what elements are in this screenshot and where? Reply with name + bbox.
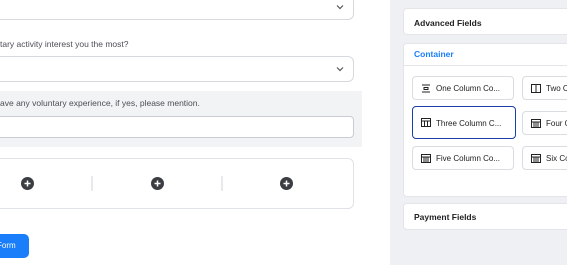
six-column-container-tile[interactable]: Six Co: [522, 146, 567, 170]
activity-select[interactable]: [0, 56, 354, 82]
chevron-down-icon: [336, 5, 344, 10]
tile-label: Five Column Co...: [436, 154, 501, 163]
add-field-icon[interactable]: [280, 177, 293, 190]
question-label: tary activity interest you the most?: [0, 39, 129, 49]
tile-label: Three Column C...: [436, 119, 502, 128]
three-column-container[interactable]: [0, 158, 354, 209]
five-column-container-tile[interactable]: Five Column Co...: [412, 146, 514, 170]
four-column-container-tile[interactable]: Four C: [522, 111, 567, 135]
advanced-fields-section[interactable]: Advanced Fields: [403, 8, 567, 35]
submit-label: Form: [0, 241, 16, 250]
select-dropdown-top[interactable]: [0, 0, 354, 20]
column-divider: [221, 176, 223, 191]
submit-form-button[interactable]: Form: [0, 234, 29, 258]
two-column-container-tile[interactable]: Two C: [522, 76, 567, 100]
tile-label: Four C: [546, 119, 567, 128]
three-column-container-tile[interactable]: Three Column C...: [412, 106, 516, 139]
section-divider: [403, 65, 567, 66]
three-column-icon: [421, 118, 431, 127]
one-column-container-tile[interactable]: One Column Co...: [412, 76, 514, 100]
tile-label: One Column Co...: [436, 84, 501, 93]
add-field-icon[interactable]: [151, 177, 164, 190]
two-column-icon: [531, 84, 541, 93]
experience-input[interactable]: [0, 116, 354, 138]
chevron-down-icon: [336, 67, 344, 72]
six-column-icon: [531, 154, 541, 163]
section-title[interactable]: Container: [414, 49, 454, 59]
form-canvas: tary activity interest you the most? ave…: [0, 0, 390, 265]
section-title: Advanced Fields: [414, 18, 482, 28]
one-column-icon: [422, 84, 430, 93]
tile-label: Six Co: [546, 154, 567, 163]
tile-label: Two C: [546, 84, 567, 93]
payment-fields-section[interactable]: Payment Fields: [403, 203, 567, 230]
experience-label: ave any voluntary experience, if yes, pl…: [0, 98, 200, 108]
four-column-icon: [531, 119, 541, 128]
five-column-icon: [421, 154, 431, 163]
column-divider: [91, 176, 93, 191]
section-title: Payment Fields: [414, 212, 477, 222]
add-field-icon[interactable]: [21, 177, 34, 190]
